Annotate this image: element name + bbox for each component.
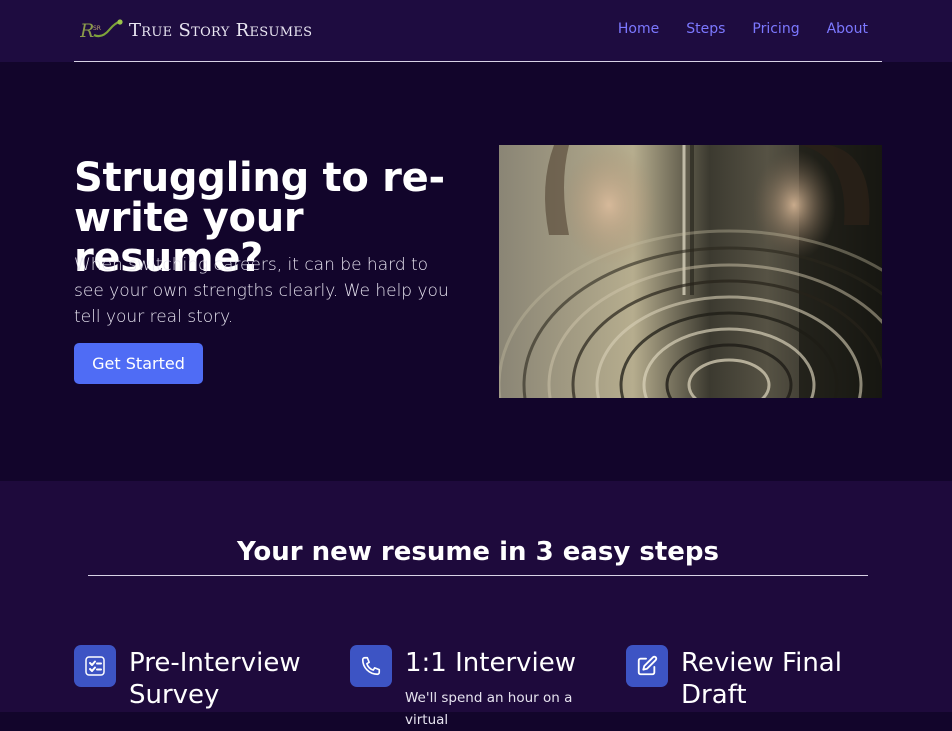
top-nav: R SR True Story Resumes Home Steps Prici…: [0, 0, 952, 62]
checklist-icon: [74, 645, 116, 687]
nav-link-steps[interactable]: Steps: [686, 21, 725, 37]
nav-link-about[interactable]: About: [827, 21, 868, 37]
step-title: Pre-Interview Survey: [129, 648, 301, 710]
divider: [88, 575, 868, 576]
step-title: 1:1 Interview: [405, 648, 577, 678]
brand-name: True Story Resumes: [129, 19, 313, 41]
brand-logo: R SR: [80, 19, 123, 42]
edit-icon: [626, 645, 668, 687]
nav-links: Home Steps Pricing About: [618, 21, 868, 37]
phone-icon: [350, 645, 392, 687]
hero-image: [499, 145, 882, 398]
get-started-button[interactable]: Get Started: [74, 343, 203, 384]
hero-section: Struggling to re-write your resume? When…: [0, 62, 952, 481]
nav-container: R SR True Story Resumes Home Steps Prici…: [74, 0, 882, 62]
hero-subtitle: When switching careers, it can be hard t…: [74, 255, 449, 327]
step-title: Review Final Draft: [681, 648, 842, 710]
nav-link-pricing[interactable]: Pricing: [752, 21, 799, 37]
svg-text:SR: SR: [93, 25, 101, 32]
steps-title: Your new resume in 3 easy steps: [236, 537, 719, 567]
step-description: We'll spend an hour on a virtual: [405, 690, 573, 728]
steps-section: Your new resume in 3 easy steps Pre-Inte…: [0, 481, 952, 728]
nav-link-home[interactable]: Home: [618, 21, 659, 37]
brand[interactable]: R SR True Story Resumes: [80, 17, 312, 43]
